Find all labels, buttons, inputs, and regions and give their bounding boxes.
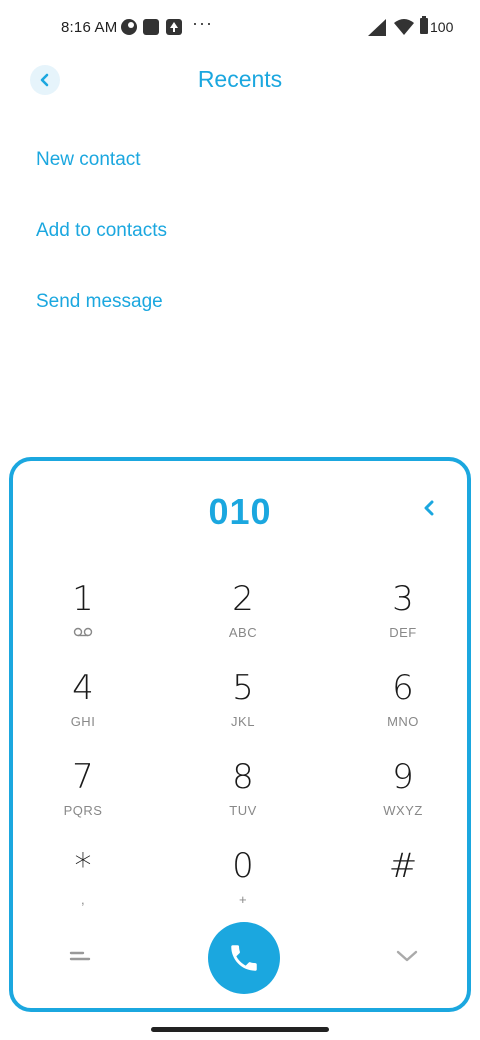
key-7[interactable]: 7 PQRS (23, 757, 143, 837)
key-letters: PQRS (63, 803, 103, 818)
key-digit: 9 (392, 757, 414, 797)
battery-icon (420, 16, 428, 34)
key-2[interactable]: 2 ABC (183, 579, 303, 659)
voicemail-icon (73, 627, 93, 637)
key-digit: 5 (232, 668, 254, 708)
key-digit: 6 (392, 668, 414, 708)
key-1[interactable]: 1 (23, 579, 143, 659)
key-8[interactable]: 8 TUV (183, 757, 303, 837)
dialpad-panel: 010 1 2 ABC 3 DEF 4 GHI 5 JKL 6 MNO 7 PQ… (9, 457, 471, 1012)
backspace-icon[interactable] (418, 497, 440, 519)
wifi-icon (394, 19, 414, 35)
status-time: 8:16 AM (61, 19, 118, 36)
key-digit: 1 (72, 579, 94, 619)
key-digit: * (74, 846, 92, 886)
key-9[interactable]: 9 WXYZ (343, 757, 463, 837)
status-bar: 8:16 AM ··· 100 (0, 0, 480, 56)
key-digit: 3 (392, 579, 414, 619)
square-app-icon (143, 19, 159, 35)
signal-icon (368, 19, 386, 36)
dialed-number: 010 (208, 491, 272, 532)
key-digit: 0 (232, 846, 254, 886)
call-button[interactable] (208, 922, 280, 994)
key-letters: JKL (231, 714, 255, 729)
key-digit: 2 (232, 579, 254, 619)
key-digit: 8 (232, 757, 254, 797)
key-hash[interactable]: # (343, 846, 463, 926)
chevron-down-icon[interactable] (395, 949, 419, 963)
key-letters: , (80, 892, 86, 907)
key-0[interactable]: 0 + (183, 846, 303, 926)
key-letters: TUV (229, 803, 257, 818)
key-letters: + (238, 892, 248, 907)
key-letters: DEF (389, 625, 417, 640)
key-digit: # (388, 846, 418, 886)
key-4[interactable]: 4 GHI (23, 668, 143, 748)
key-letters: WXYZ (383, 803, 423, 818)
key-letters: ABC (228, 625, 258, 640)
key-digit: 7 (72, 757, 94, 797)
home-indicator[interactable] (151, 1027, 329, 1032)
key-3[interactable]: 3 DEF (343, 579, 463, 659)
key-star[interactable]: * , (23, 846, 143, 926)
key-5[interactable]: 5 JKL (183, 668, 303, 748)
key-letters: GHI (70, 714, 96, 729)
add-to-contacts-link[interactable]: Add to contacts (36, 220, 167, 242)
menu-icon[interactable] (69, 949, 91, 963)
send-message-link[interactable]: Send message (36, 291, 163, 313)
page-title: Recents (197, 66, 283, 92)
phone-icon (231, 945, 257, 971)
new-contact-link[interactable]: New contact (36, 149, 141, 171)
key-6[interactable]: 6 MNO (343, 668, 463, 748)
battery-level: 100 (430, 19, 454, 35)
key-digit: 4 (72, 668, 94, 708)
upload-icon (166, 19, 182, 35)
key-letters: MNO (387, 714, 419, 729)
more-notifications-icon: ··· (192, 13, 213, 33)
circle-app-icon (121, 19, 137, 35)
